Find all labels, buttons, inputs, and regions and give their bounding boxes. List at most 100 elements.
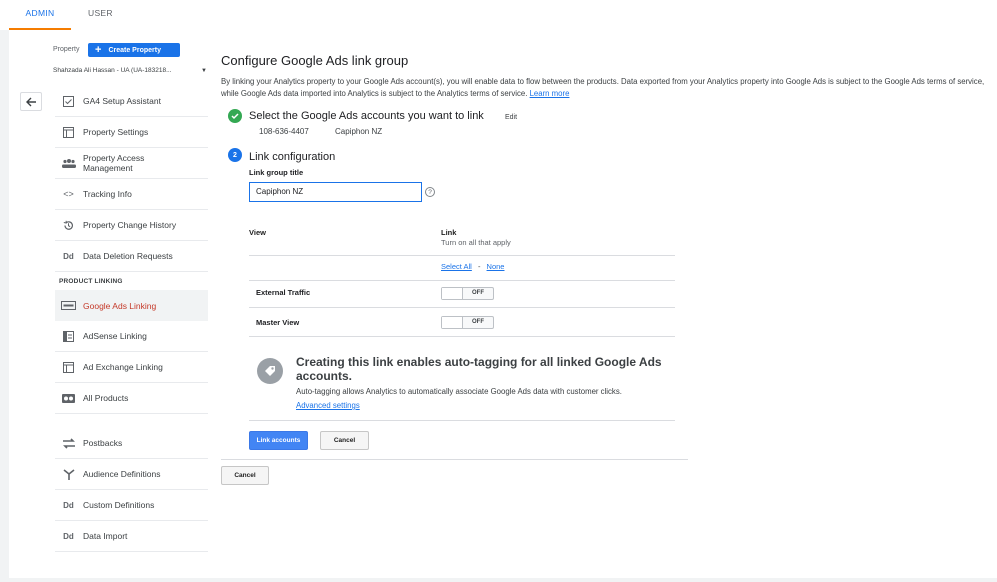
create-property-button[interactable]: + Create Property xyxy=(88,43,180,57)
audience-icon xyxy=(61,468,76,480)
plus-icon: + xyxy=(95,44,102,56)
cancel-outer-button[interactable]: Cancel xyxy=(221,466,269,485)
nav-item-postbacks[interactable]: Postbacks xyxy=(55,428,208,459)
help-icon[interactable]: ? xyxy=(425,187,435,197)
page-description: By linking your Analytics property to yo… xyxy=(221,76,991,99)
nav-item-change-history[interactable]: Property Change History xyxy=(55,210,208,241)
back-button[interactable] xyxy=(20,92,42,111)
code-icon: <> xyxy=(63,189,74,199)
learn-more-link[interactable]: Learn more xyxy=(530,89,570,98)
divider xyxy=(249,280,675,281)
nav-item-label: GA4 Setup Assistant xyxy=(83,96,161,106)
select-controls: Select All - None xyxy=(441,262,504,271)
master-view-toggle[interactable]: OFF xyxy=(441,316,494,329)
divider xyxy=(249,307,675,308)
select-separator: - xyxy=(477,262,481,271)
nav-item-label: AdSense Linking xyxy=(83,331,147,341)
autotagging-title: Creating this link enables auto-tagging … xyxy=(296,355,662,383)
nav-item-property-settings[interactable]: Property Settings xyxy=(55,117,208,148)
nav-item-label: Property Access Management xyxy=(83,153,145,173)
admin-content: Property + Create Property Shahzada Ali … xyxy=(9,30,997,578)
tab-user[interactable]: USER xyxy=(88,0,113,30)
nav-item-tracking-info[interactable]: <> Tracking Info xyxy=(55,179,208,210)
ads-account-id: 108-636-4407 xyxy=(259,127,309,136)
arrow-left-icon xyxy=(26,97,36,106)
nav-item-adexchange-linking[interactable]: Ad Exchange Linking xyxy=(55,352,208,383)
nav-item-label: Property Settings xyxy=(83,127,149,137)
cancel-button[interactable]: Cancel xyxy=(320,431,369,450)
top-tab-bar: ADMIN USER xyxy=(0,0,997,30)
product-linking-heading: PRODUCT LINKING xyxy=(59,278,123,285)
view-row-label: External Traffic xyxy=(256,288,311,297)
nav-item-adsense-linking[interactable]: AdSense Linking xyxy=(55,321,208,352)
nav-item-label: Data Deletion Requests xyxy=(83,251,173,261)
divider xyxy=(249,336,675,337)
check-circle-icon xyxy=(228,109,242,123)
edit-accounts-link[interactable]: Edit xyxy=(505,114,517,121)
nav-item-label: Google Ads Linking xyxy=(83,300,157,311)
divider xyxy=(249,420,675,421)
history-icon xyxy=(61,220,76,231)
nav-item-access-management[interactable]: Property Access Management xyxy=(55,148,208,179)
toggle-state: OFF xyxy=(472,290,484,296)
view-column-header: View xyxy=(249,228,266,237)
nav-item-google-ads-linking[interactable]: Google Ads Linking xyxy=(55,290,208,321)
ads-icon xyxy=(61,301,76,310)
dd-icon: Dd xyxy=(63,531,74,541)
property-selector[interactable]: Shahzada Ali Hassan - UA (UA-183218... ▼ xyxy=(53,67,207,74)
property-label: Property xyxy=(53,46,80,53)
step2-number-badge: 2 xyxy=(228,148,242,162)
nav-item-label: Custom Definitions xyxy=(83,500,155,510)
nav-item-label: All Products xyxy=(83,393,129,403)
dd-icon: Dd xyxy=(63,251,74,261)
products-icon xyxy=(61,393,76,403)
toggle-knob xyxy=(442,288,463,299)
nav-item-custom-definitions[interactable]: Dd Custom Definitions xyxy=(55,490,208,521)
dd-icon: Dd xyxy=(63,500,74,510)
link-group-title-input[interactable]: Capiphon NZ xyxy=(249,182,422,202)
ads-account-name: Capiphon NZ xyxy=(335,127,383,136)
postbacks-icon xyxy=(61,437,76,449)
property-nav: GA4 Setup Assistant Property Settings Pr… xyxy=(55,86,208,552)
caret-down-icon: ▼ xyxy=(201,68,207,74)
nav-item-label: Tracking Info xyxy=(83,189,132,199)
link-column-subtitle: Turn on all that apply xyxy=(441,238,511,247)
tab-admin[interactable]: ADMIN xyxy=(9,0,71,30)
adsense-icon xyxy=(61,330,76,342)
window-icon xyxy=(61,126,76,138)
view-row-label: Master View xyxy=(256,318,300,327)
page-title: Configure Google Ads link group xyxy=(221,53,409,68)
step2-title: Link configuration xyxy=(249,151,336,163)
step1-title: Select the Google Ads accounts you want … xyxy=(249,110,484,122)
create-property-label: Create Property xyxy=(108,46,161,54)
nav-item-label: Audience Definitions xyxy=(83,469,161,479)
nav-item-all-products[interactable]: All Products xyxy=(55,383,208,414)
description-text: By linking your Analytics property to yo… xyxy=(221,77,985,98)
nav-item-label: Ad Exchange Linking xyxy=(83,362,163,372)
link-accounts-button[interactable]: Link accounts xyxy=(249,431,308,450)
divider xyxy=(221,459,688,460)
autotagging-description: Auto-tagging allows Analytics to automat… xyxy=(296,387,622,396)
toggle-knob xyxy=(442,317,463,328)
nav-item-label: Postbacks xyxy=(83,438,123,448)
checkbox-icon xyxy=(61,95,76,107)
link-column-header: Link xyxy=(441,228,457,237)
nav-item-label: Property Change History xyxy=(83,220,177,230)
property-selector-value: Shahzada Ali Hassan - UA (UA-183218... xyxy=(53,67,172,74)
tag-icon xyxy=(257,358,283,384)
nav-item-data-import[interactable]: Dd Data Import xyxy=(55,521,208,552)
adexchange-icon xyxy=(61,361,76,373)
select-all-link[interactable]: Select All xyxy=(441,262,472,271)
people-icon xyxy=(61,158,76,168)
nav-item-label: Data Import xyxy=(83,531,128,541)
nav-item-audience-definitions[interactable]: Audience Definitions xyxy=(55,459,208,490)
link-group-title-label: Link group title xyxy=(249,168,304,177)
external-traffic-toggle[interactable]: OFF xyxy=(441,287,494,300)
select-none-link[interactable]: None xyxy=(487,262,505,271)
divider xyxy=(249,255,675,256)
toggle-state: OFF xyxy=(472,319,484,325)
nav-item-data-deletion[interactable]: Dd Data Deletion Requests xyxy=(55,241,208,272)
nav-item-ga4-setup[interactable]: GA4 Setup Assistant xyxy=(55,86,208,117)
advanced-settings-link[interactable]: Advanced settings xyxy=(296,401,360,410)
